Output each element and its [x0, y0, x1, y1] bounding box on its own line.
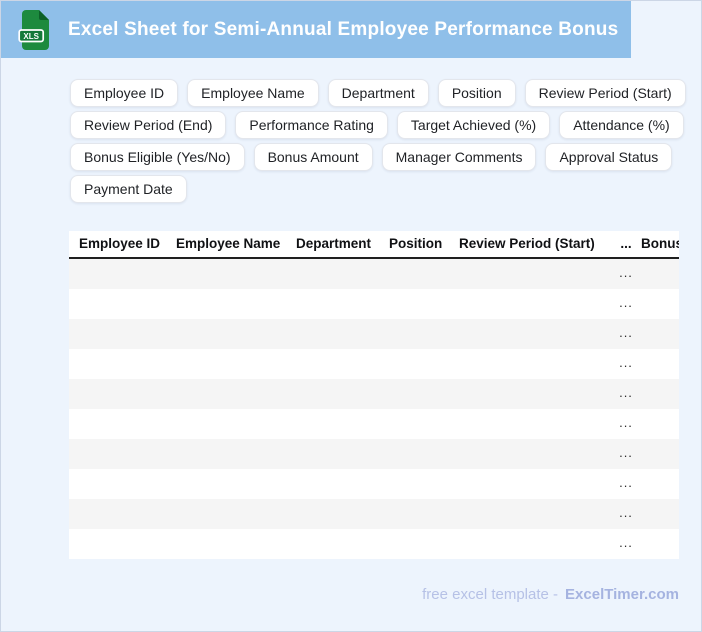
chip-performance-rating[interactable]: Performance Rating: [235, 111, 388, 139]
chip-attendance[interactable]: Attendance (%): [559, 111, 684, 139]
chip-review-period-end[interactable]: Review Period (End): [70, 111, 227, 139]
hidden-columns-ellipsis: ...: [619, 265, 633, 280]
col-header-employee-name: Employee Name: [176, 236, 281, 251]
chip-row: Payment Date: [70, 175, 685, 203]
chip-approval-status[interactable]: Approval Status: [545, 143, 673, 171]
table-row: ...: [69, 379, 679, 409]
table-row: ...: [69, 289, 679, 319]
table-header-row: Employee ID Employee Name Department Pos…: [69, 231, 679, 259]
chip-bonus-eligible[interactable]: Bonus Eligible (Yes/No): [70, 143, 245, 171]
col-header-bonus-truncated: Bonus: [641, 236, 679, 251]
table-row: ...: [69, 319, 679, 349]
table-row: ...: [69, 469, 679, 499]
chip-employee-id[interactable]: Employee ID: [70, 79, 179, 107]
chip-position[interactable]: Position: [437, 79, 516, 107]
chip-employee-name[interactable]: Employee Name: [187, 79, 319, 107]
preview-table: Employee ID Employee Name Department Pos…: [69, 231, 679, 559]
hidden-columns-ellipsis: ...: [619, 325, 633, 340]
chip-row: Employee ID Employee Name Department Pos…: [70, 79, 686, 107]
table-row: ...: [69, 259, 679, 289]
col-header-department: Department: [296, 236, 372, 251]
hidden-columns-ellipsis: ...: [619, 445, 633, 460]
hidden-columns-ellipsis: ...: [619, 535, 633, 550]
hidden-columns-ellipsis: ...: [619, 385, 633, 400]
hidden-columns-ellipsis: ...: [619, 355, 633, 370]
col-header-ellipsis: ...: [620, 236, 632, 251]
table-row: ...: [69, 439, 679, 469]
chip-row: Review Period (End) Performance Rating T…: [70, 111, 685, 139]
hidden-columns-ellipsis: ...: [619, 415, 633, 430]
chip-department[interactable]: Department: [327, 79, 429, 107]
chip-review-period-start[interactable]: Review Period (Start): [524, 79, 686, 107]
brand-link[interactable]: ExcelTimer.com: [565, 586, 679, 603]
page-title: Excel Sheet for Semi-Annual Employee Per…: [68, 18, 619, 40]
table-row: ...: [69, 349, 679, 379]
table-body: ..............................: [69, 259, 679, 559]
chip-target-achieved[interactable]: Target Achieved (%): [396, 111, 551, 139]
table-row: ...: [69, 499, 679, 529]
svg-text:XLS: XLS: [23, 32, 39, 41]
footer-text: free excel template -: [422, 586, 559, 603]
col-header-employee-id: Employee ID: [79, 236, 161, 251]
xls-file-icon: XLS: [18, 9, 51, 51]
chip-row: Bonus Eligible (Yes/No) Bonus Amount Man…: [70, 143, 685, 171]
col-header-position: Position: [389, 236, 443, 251]
table-row: ...: [69, 529, 679, 559]
hidden-columns-ellipsis: ...: [619, 505, 633, 520]
page-footer: free excel template - ExcelTimer.com: [69, 586, 679, 603]
hidden-columns-ellipsis: ...: [619, 295, 633, 310]
col-header-review-period-start: Review Period (Start): [459, 236, 595, 251]
page-header: XLS Excel Sheet for Semi-Annual Employee…: [1, 1, 631, 58]
chip-manager-comments[interactable]: Manager Comments: [381, 143, 537, 171]
hidden-columns-ellipsis: ...: [619, 475, 633, 490]
column-chip-list: Employee ID Employee Name Department Pos…: [70, 79, 686, 203]
chip-payment-date[interactable]: Payment Date: [70, 175, 187, 203]
chip-bonus-amount[interactable]: Bonus Amount: [253, 143, 373, 171]
table-row: ...: [69, 409, 679, 439]
